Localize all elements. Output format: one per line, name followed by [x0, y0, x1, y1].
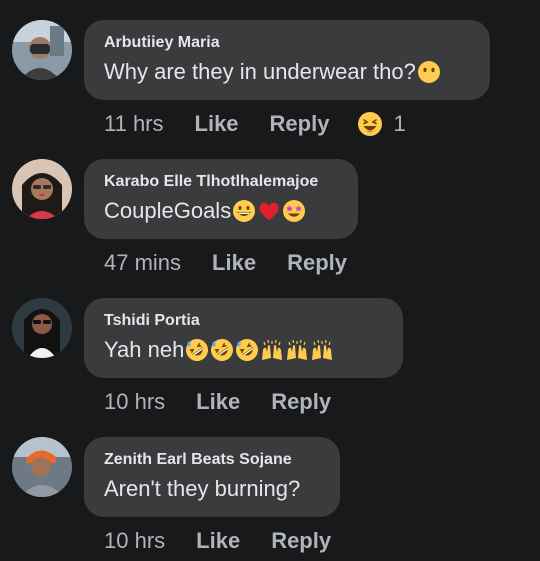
- comment-actions: 10 hrs Like Reply: [104, 389, 331, 415]
- comment-text: Why are they in underwear tho?: [104, 58, 470, 86]
- comment-author[interactable]: Zenith Earl Beats Sojane: [104, 451, 320, 469]
- comment-text: CoupleGoals: [104, 197, 338, 225]
- reply-button[interactable]: Reply: [270, 111, 330, 137]
- rofl-emoji: [185, 338, 209, 362]
- comment-timestamp[interactable]: 11 hrs: [104, 111, 164, 137]
- comment-actions: 11 hrs Like Reply 1: [104, 111, 406, 137]
- comment-text-content: CoupleGoals: [104, 198, 232, 223]
- comment-timestamp[interactable]: 10 hrs: [104, 389, 165, 415]
- rofl-emoji: [235, 338, 259, 362]
- comment-timestamp[interactable]: 47 mins: [104, 250, 181, 276]
- comment-timestamp[interactable]: 10 hrs: [104, 528, 165, 554]
- reply-button[interactable]: Reply: [287, 250, 347, 276]
- comment-actions: 47 mins Like Reply: [104, 250, 347, 276]
- raising-hands-emoji: [260, 338, 284, 362]
- raising-hands-emoji: [310, 338, 334, 362]
- comment-author[interactable]: Tshidi Portia: [104, 312, 383, 330]
- comment-text: Yah neh: [104, 336, 383, 364]
- reply-button[interactable]: Reply: [271, 389, 331, 415]
- like-button[interactable]: Like: [196, 528, 240, 554]
- comment-author[interactable]: Karabo Elle Tlhotlhalemajoe: [104, 173, 338, 191]
- reaction-summary[interactable]: 1: [357, 111, 406, 137]
- like-button[interactable]: Like: [195, 111, 239, 137]
- laughing-reaction-icon: [357, 111, 383, 137]
- comment-bubble: Tshidi Portia Yah neh: [84, 298, 403, 378]
- comment-author[interactable]: Arbutiiey Maria: [104, 34, 470, 52]
- red-heart-emoji: [257, 199, 281, 223]
- grinning-emoji: [232, 199, 256, 223]
- comment-actions: 10 hrs Like Reply: [104, 528, 331, 554]
- comment-text-content: Why are they in underwear tho?: [104, 59, 416, 84]
- like-button[interactable]: Like: [196, 389, 240, 415]
- comment-bubble: Arbutiiey Maria Why are they in underwea…: [84, 20, 490, 100]
- comment-bubble: Karabo Elle Tlhotlhalemajoe CoupleGoals: [84, 159, 358, 239]
- reaction-count: 1: [393, 111, 406, 136]
- avatar[interactable]: [12, 298, 72, 358]
- reply-button[interactable]: Reply: [271, 528, 331, 554]
- star-struck-emoji: [282, 199, 306, 223]
- no-mouth-emoji: [417, 60, 441, 84]
- comment-text-content: Aren't they burning?: [104, 476, 301, 501]
- like-button[interactable]: Like: [212, 250, 256, 276]
- comment-text-content: Yah neh: [104, 337, 185, 362]
- raising-hands-emoji: [285, 338, 309, 362]
- comment-bubble: Zenith Earl Beats Sojane Aren't they bur…: [84, 437, 340, 517]
- rofl-emoji: [210, 338, 234, 362]
- avatar[interactable]: [12, 437, 72, 497]
- avatar[interactable]: [12, 20, 72, 80]
- comment-text: Aren't they burning?: [104, 475, 320, 503]
- avatar[interactable]: [12, 159, 72, 219]
